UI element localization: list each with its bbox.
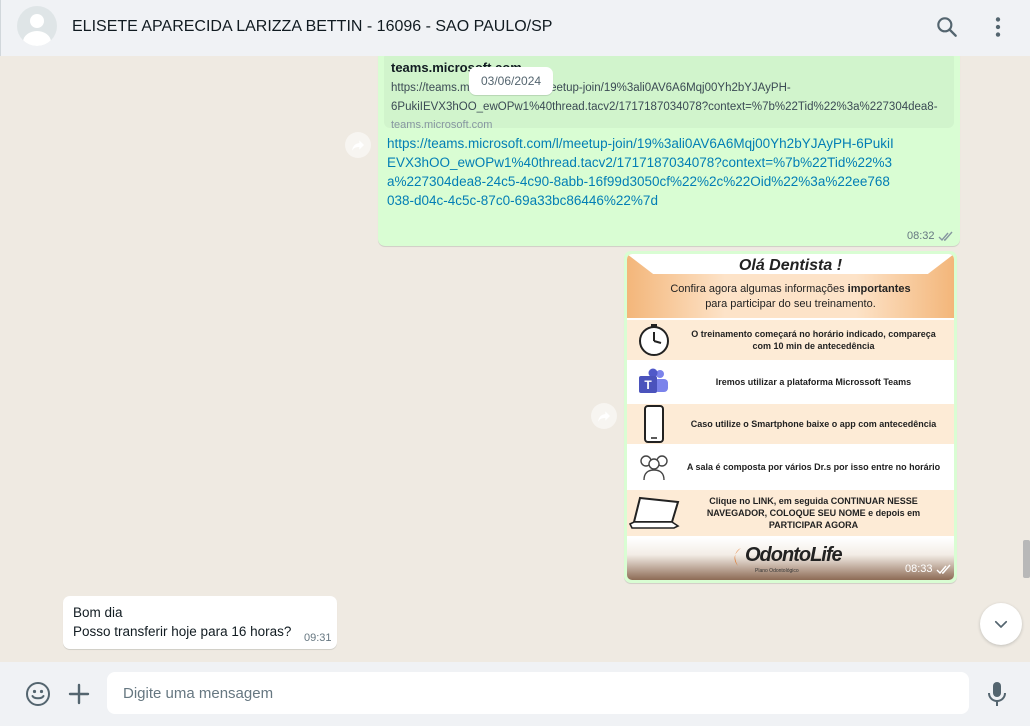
chat-header: ELISETE APARECIDA LARIZZA BETTIN - 16096… xyxy=(0,0,1030,56)
svg-text:T: T xyxy=(644,378,652,392)
message-time: 08:32 xyxy=(907,230,935,242)
scroll-to-bottom-button[interactable] xyxy=(980,603,1022,645)
message-input[interactable] xyxy=(107,672,969,714)
smartphone-icon xyxy=(627,404,681,444)
info-row: Caso utilize o Smartphone baixe o app co… xyxy=(627,404,954,444)
incoming-message[interactable]: Bom dia Posso transferir hoje para 16 ho… xyxy=(63,596,337,649)
teams-icon: T xyxy=(627,362,681,402)
message-meta: 08:33 xyxy=(905,563,952,575)
message-text-line: Bom dia xyxy=(73,605,123,620)
avatar[interactable] xyxy=(17,6,57,46)
people-icon xyxy=(627,447,681,487)
search-icon[interactable] xyxy=(934,14,960,40)
training-info-image[interactable]: Olá Dentista ! Confira agora algumas inf… xyxy=(627,254,954,580)
clock-icon xyxy=(627,320,681,360)
link-preview-domain: teams.microsoft.com xyxy=(391,119,493,131)
image-subtitle: Confira agora algumas informações import… xyxy=(670,283,911,310)
outgoing-link-message[interactable]: teams.microsoft.com https://teams.micros… xyxy=(378,56,960,246)
microphone-icon[interactable] xyxy=(984,681,1010,707)
double-check-icon xyxy=(938,231,953,241)
info-row: O treinamento começará no horário indica… xyxy=(627,320,954,360)
chevron-down-icon xyxy=(994,620,1008,628)
message-time: 09:31 xyxy=(304,632,332,644)
date-chip: 03/06/2024 xyxy=(469,67,554,95)
image-footer: OdontoLife Plano Odontológico 08:33 xyxy=(627,538,954,580)
plus-icon[interactable] xyxy=(66,681,92,707)
odontolife-logo-icon xyxy=(734,548,741,566)
info-row: T Iremos utilizar a plataforma Microssof… xyxy=(627,362,954,402)
contact-name[interactable]: ELISETE APARECIDA LARIZZA BETTIN - 16096… xyxy=(72,18,552,36)
emoji-icon[interactable] xyxy=(25,681,51,707)
logo-tagline: Plano Odontológico xyxy=(755,568,799,574)
forward-icon[interactable] xyxy=(591,403,617,429)
outgoing-image-message[interactable]: Olá Dentista ! Confira agora algumas inf… xyxy=(624,251,957,583)
scrollbar-thumb[interactable] xyxy=(1023,540,1030,578)
meeting-link[interactable]: https://teams.microsoft.com/l/meetup-joi… xyxy=(387,134,897,210)
forward-icon[interactable] xyxy=(345,132,371,158)
message-text-line: Posso transferir hoje para 16 horas? xyxy=(73,624,292,639)
message-list[interactable]: teams.microsoft.com https://teams.micros… xyxy=(0,56,1030,662)
message-time: 08:33 xyxy=(905,563,933,575)
kebab-menu-icon[interactable] xyxy=(985,14,1011,40)
info-row: A sala é composta por vários Dr.s por is… xyxy=(627,447,954,487)
laptop-icon xyxy=(627,493,681,533)
image-title: Olá Dentista ! xyxy=(738,257,843,274)
double-check-icon xyxy=(936,564,951,574)
logo-text: OdontoLife xyxy=(745,544,843,566)
composer-bar xyxy=(0,662,1030,726)
image-header: Olá Dentista ! Confira agora algumas inf… xyxy=(627,254,954,318)
info-row: Clique no LINK, em seguida CONTINUAR NES… xyxy=(627,490,954,536)
link-preview-url-line2: 6PukiIEVX3hOO_ewOPw1%40thread.tacv2/1717… xyxy=(391,101,938,113)
message-meta: 08:32 xyxy=(907,230,954,242)
